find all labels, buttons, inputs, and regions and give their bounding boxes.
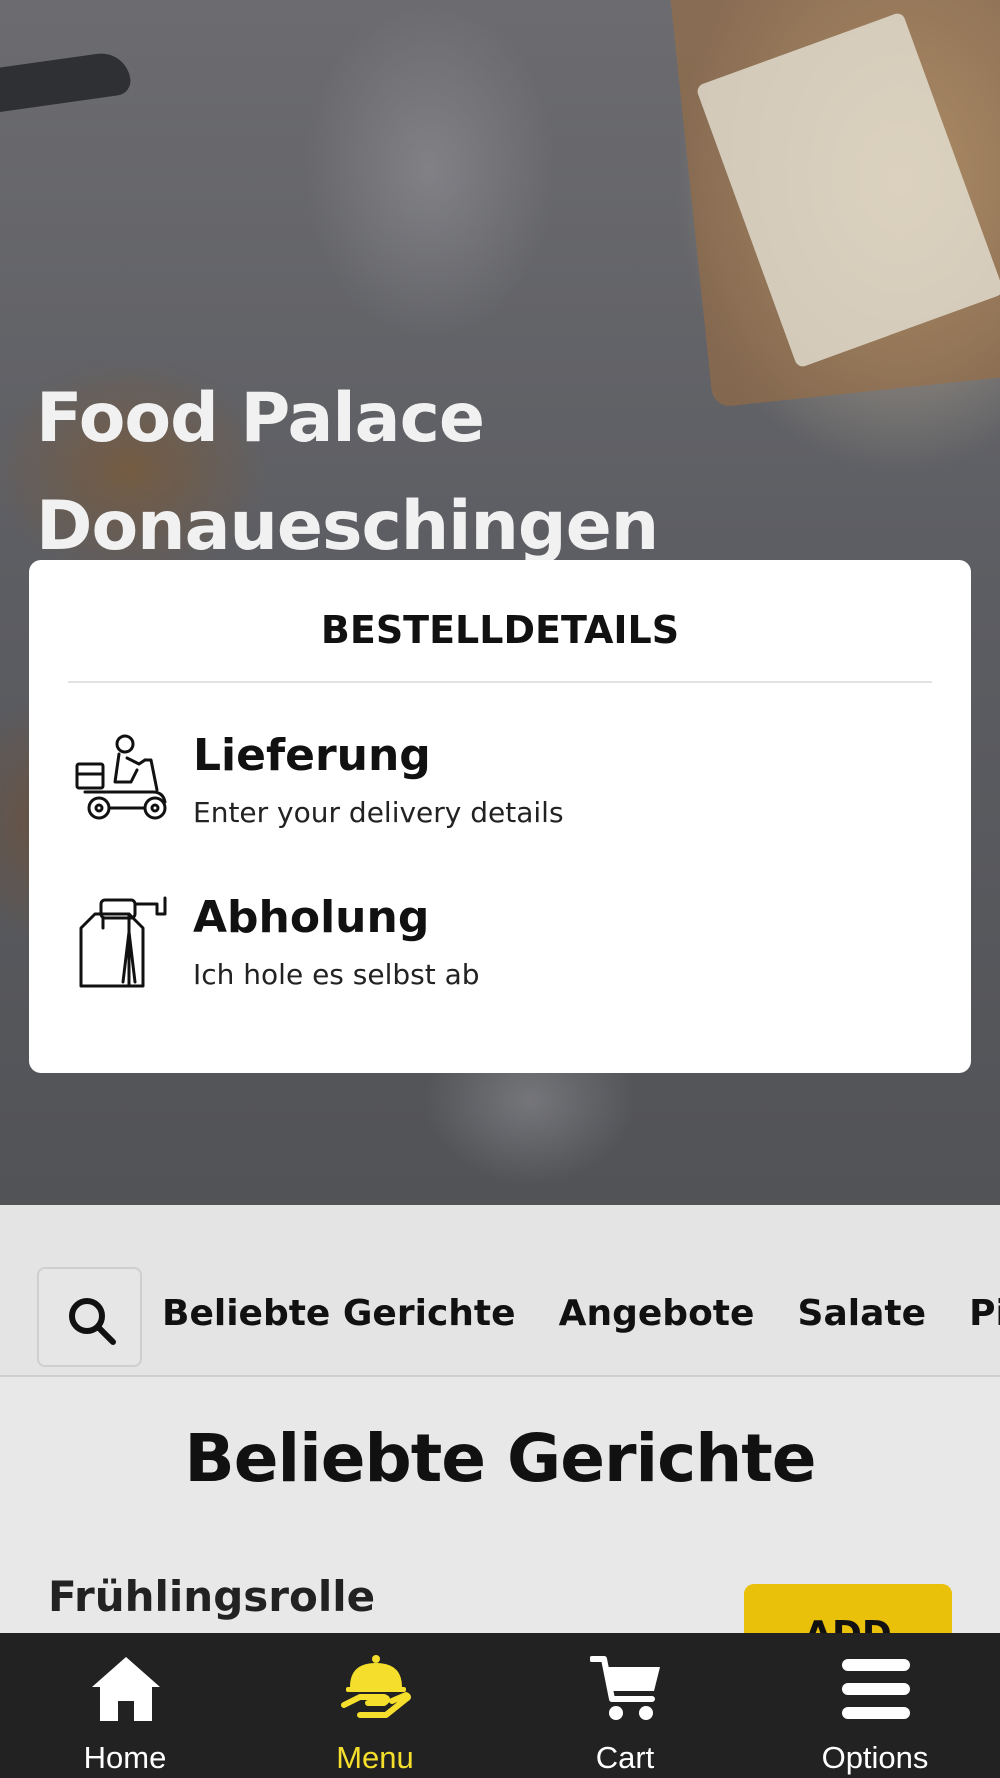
- nav-cart-label: Cart: [595, 1740, 655, 1775]
- restaurant-title: Food Palace Donaueschingen: [36, 365, 936, 581]
- search-icon: [69, 1298, 116, 1345]
- category-tabs: Beliebte Gerichte Angebote Salate Pizza: [162, 1293, 1000, 1334]
- category-tab-beliebte-gerichte[interactable]: Beliebte Gerichte: [162, 1293, 516, 1334]
- delivery-subtitle: Enter your delivery details: [193, 796, 564, 829]
- delivery-option[interactable]: Lieferung Enter your delivery details: [29, 730, 971, 870]
- section-title: Beliebte Gerichte: [184, 1420, 816, 1497]
- cloche-icon: [341, 1655, 411, 1718]
- restaurant-name: Food Palace: [36, 379, 485, 458]
- category-bar: Beliebte Gerichte Angebote Salate Pizza: [0, 1205, 1000, 1377]
- hero-knife-image: [0, 49, 133, 115]
- home-icon: [92, 1657, 160, 1721]
- menu-icon: [842, 1659, 910, 1719]
- divider: [68, 681, 932, 683]
- category-tab-salate[interactable]: Salate: [798, 1293, 926, 1334]
- dish-name: Frühlingsrolle: [48, 1572, 376, 1621]
- order-details-title: BESTELLDETAILS: [320, 608, 680, 652]
- delivery-title: Lieferung: [193, 730, 431, 781]
- bottom-navigation: Home Menu Cart Options: [0, 1633, 1000, 1778]
- nav-home[interactable]: Home: [0, 1633, 250, 1778]
- takeaway-bag-icon: [79, 896, 167, 988]
- category-tab-angebote[interactable]: Angebote: [559, 1293, 755, 1334]
- pickup-subtitle: Ich hole es selbst ab: [193, 958, 480, 991]
- search-button[interactable]: [37, 1267, 142, 1367]
- scooter-icon: [75, 734, 167, 820]
- category-tab-pizza[interactable]: Pizza: [969, 1293, 1000, 1334]
- pickup-option[interactable]: Abholung Ich hole es selbst ab: [29, 892, 971, 1032]
- nav-home-label: Home: [83, 1740, 167, 1775]
- nav-menu[interactable]: Menu: [250, 1633, 500, 1778]
- pickup-title: Abholung: [193, 892, 430, 943]
- cart-icon: [590, 1656, 660, 1720]
- nav-menu-label: Menu: [336, 1740, 414, 1775]
- nav-cart[interactable]: Cart: [500, 1633, 750, 1778]
- nav-options[interactable]: Options: [750, 1633, 1000, 1778]
- order-details-card: BESTELLDETAILS Lieferung Enter your deli…: [29, 560, 971, 1073]
- nav-options-label: Options: [821, 1740, 929, 1775]
